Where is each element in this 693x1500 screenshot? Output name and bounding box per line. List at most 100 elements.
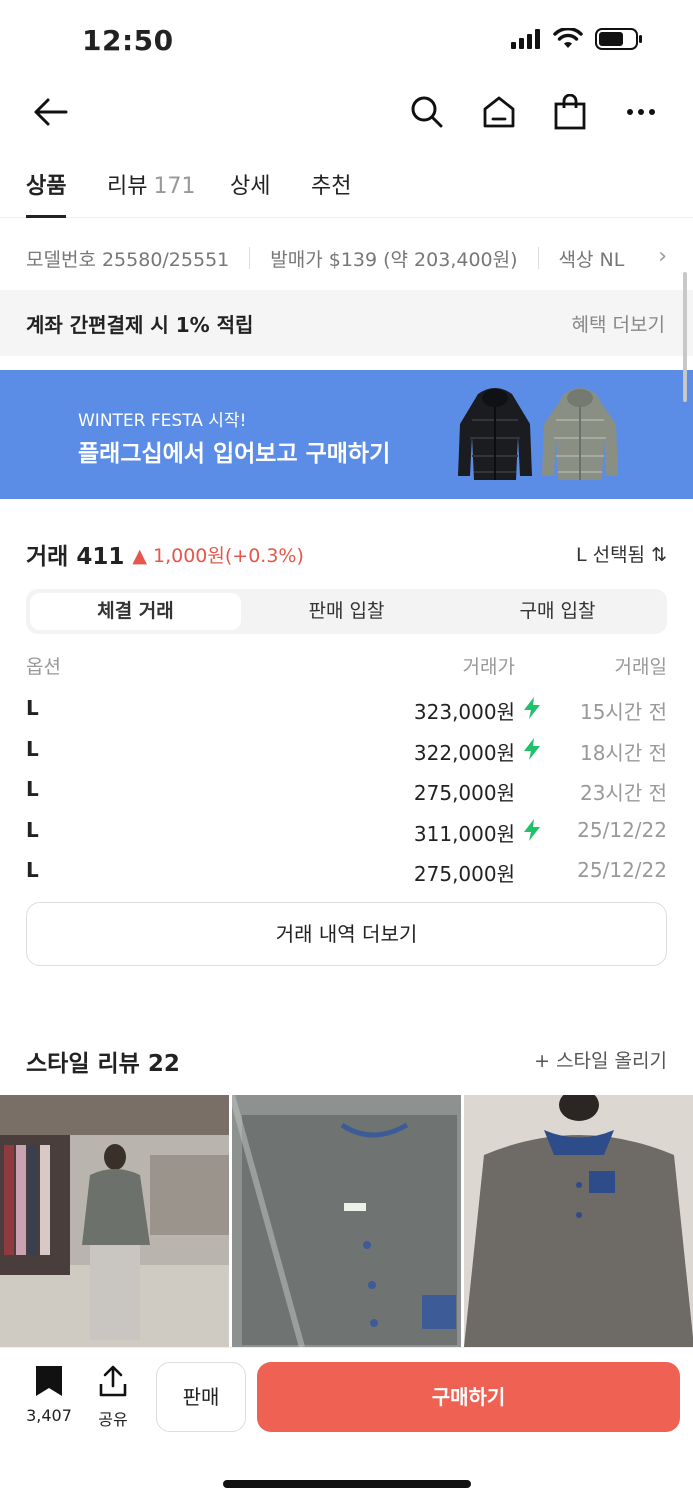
lightning-bolt-icon xyxy=(524,697,540,719)
status-icons xyxy=(511,28,643,50)
search-icon xyxy=(411,96,443,128)
style-photo-strip xyxy=(0,1095,693,1347)
sell-button[interactable]: 판매 xyxy=(156,1362,246,1432)
benefit-title: 계좌 간편결제 시 1% 적립 xyxy=(26,312,254,337)
color-info: 색상 NL xyxy=(558,248,625,271)
more-button[interactable] xyxy=(617,88,665,136)
shopping-bag-icon xyxy=(554,94,586,130)
fleece-worn-image xyxy=(464,1095,693,1347)
row-price: 323,000원 xyxy=(413,700,515,724)
tab-label: 상품 xyxy=(26,174,67,199)
segment-completed-trades[interactable]: 체결 거래 xyxy=(30,593,241,630)
table-row: L 322,000원 18시간 전 xyxy=(26,731,667,772)
row-date: 25/12/22 xyxy=(577,858,667,882)
tab-label: 상세 xyxy=(230,174,271,199)
puffer-jacket-grey-image xyxy=(542,388,618,480)
table-row: L 275,000원 23시간 전 xyxy=(26,771,667,812)
price-change: ▲ 1,000원(+0.3%) xyxy=(132,544,304,567)
review-count: 171 xyxy=(153,174,196,199)
tab-detail[interactable]: 상세 xyxy=(230,168,270,218)
row-price: 311,000원 xyxy=(413,821,515,846)
bookmark-count: 3,407 xyxy=(26,1406,72,1425)
banner-subtitle: WINTER FESTA 시작! xyxy=(78,411,247,431)
row-price: 322,000원 xyxy=(413,740,515,765)
table-row: L 323,000원 15시간 전 xyxy=(26,690,667,731)
table-row: L 311,000원 25/12/22 xyxy=(26,812,667,853)
share-button[interactable]: 공유 xyxy=(92,1364,134,1430)
product-info-row[interactable]: 모델번호 25580/25551 발매가 $139 (약 203,400원) 색… xyxy=(0,228,693,288)
trade-segment-control: 체결 거래 판매 입찰 구매 입찰 xyxy=(26,589,667,634)
benefit-more-link[interactable]: 혜택 더보기 xyxy=(572,310,665,337)
home-button[interactable] xyxy=(475,88,523,136)
status-bar: 12:50 xyxy=(0,0,693,80)
chevron-right-icon: › xyxy=(638,244,667,269)
share-icon xyxy=(99,1365,127,1397)
banner-title: 플래그십에서 입어보고 구매하기 xyxy=(78,441,391,467)
promo-banner[interactable]: WINTER FESTA 시작! 플래그십에서 입어보고 구매하기 xyxy=(0,370,693,499)
search-button[interactable] xyxy=(403,88,451,136)
nav-bar xyxy=(0,80,693,144)
bookmark-icon xyxy=(36,1366,62,1396)
tab-product[interactable]: 상품 xyxy=(26,168,67,218)
row-option: L xyxy=(26,736,39,761)
cart-button[interactable] xyxy=(546,88,594,136)
trade-table-header: 옵션 거래가 거래일 xyxy=(26,652,667,680)
scrollbar[interactable] xyxy=(683,272,687,402)
add-style-button[interactable]: + 스타일 올리기 xyxy=(534,1046,667,1073)
arrow-left-icon xyxy=(34,98,68,126)
more-dots-icon xyxy=(627,109,655,115)
row-option: L xyxy=(26,817,39,842)
buy-button[interactable]: 구매하기 xyxy=(257,1362,680,1432)
row-date: 18시간 전 xyxy=(579,740,667,765)
model-number: 모델번호 25580/25551 xyxy=(26,248,230,271)
segment-buy-bids[interactable]: 구매 입찰 xyxy=(452,593,663,630)
style-photo[interactable] xyxy=(0,1095,229,1347)
row-option: L xyxy=(26,696,39,720)
release-price: 발매가 $139 (약 203,400원) xyxy=(270,248,518,271)
row-date: 23시간 전 xyxy=(579,781,667,805)
more-trades-button[interactable]: 거래 내역 더보기 xyxy=(26,902,667,966)
row-option: L xyxy=(26,777,39,801)
divider xyxy=(537,247,539,269)
row-price: 275,000원 xyxy=(413,862,515,886)
tab-label: 추천 xyxy=(311,174,352,199)
status-time: 12:50 xyxy=(82,24,174,57)
tab-bar: 상품 리뷰 171 상세 추천 xyxy=(0,160,693,218)
wifi-icon xyxy=(553,28,583,48)
home-icon xyxy=(483,96,515,128)
segment-sell-bids[interactable]: 판매 입찰 xyxy=(241,593,452,630)
table-row: L 275,000원 25/12/22 xyxy=(26,852,667,893)
battery-icon xyxy=(595,28,642,50)
row-price: 275,000원 xyxy=(413,781,515,805)
style-review-header: 스타일 리뷰 22 + 스타일 올리기 xyxy=(26,1044,667,1078)
divider xyxy=(249,247,251,269)
share-label: 공유 xyxy=(98,1410,128,1429)
tab-label: 리뷰 xyxy=(107,174,148,199)
size-selector[interactable]: L 선택됨 ⇅ xyxy=(576,540,667,567)
bottom-action-bar: 3,407 공유 판매 구매하기 xyxy=(0,1347,693,1500)
trade-header: 거래 411 ▲ 1,000원(+0.3%) L 선택됨 ⇅ xyxy=(26,536,667,572)
column-option: 옵션 xyxy=(26,656,61,678)
row-date: 25/12/22 xyxy=(577,817,667,842)
bookmark-button[interactable]: 3,407 xyxy=(20,1364,78,1425)
puffer-jacket-black-image xyxy=(458,388,532,480)
row-date: 15시간 전 xyxy=(579,700,667,724)
column-date: 거래일 xyxy=(614,656,667,678)
home-indicator xyxy=(223,1480,471,1488)
lightning-bolt-icon xyxy=(524,818,540,841)
benefit-bar: 계좌 간편결제 시 1% 적립 혜택 더보기 xyxy=(0,290,693,356)
trade-count-title: 거래 411 xyxy=(26,544,125,570)
tab-recommend[interactable]: 추천 xyxy=(311,168,351,218)
trade-table: L 323,000원 15시간 전 L 322,000원 18시간 전 L 27… xyxy=(26,690,667,893)
store-photo-image xyxy=(0,1095,229,1347)
row-option: L xyxy=(26,858,39,882)
style-photo[interactable] xyxy=(232,1095,461,1347)
cellular-signal-icon xyxy=(511,29,540,49)
style-photo[interactable] xyxy=(464,1095,693,1347)
tab-review[interactable]: 리뷰 171 xyxy=(107,168,195,218)
column-price: 거래가 xyxy=(462,656,515,678)
fleece-packaging-image xyxy=(232,1095,461,1347)
back-button[interactable] xyxy=(26,88,74,136)
style-review-title: 스타일 리뷰 22 xyxy=(26,1051,180,1077)
lightning-bolt-icon xyxy=(524,737,540,760)
